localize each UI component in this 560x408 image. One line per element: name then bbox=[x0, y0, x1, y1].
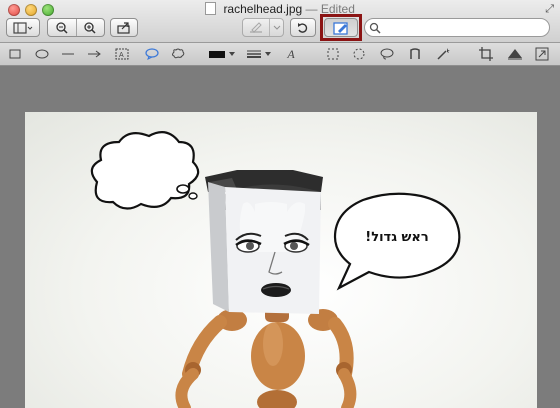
share-icon bbox=[117, 21, 130, 34]
window-filename: rachelhead.jpg bbox=[223, 2, 303, 16]
line-style-menu[interactable] bbox=[246, 46, 272, 62]
text-box-icon: A bbox=[115, 48, 129, 60]
sidebar-view-icon bbox=[13, 21, 33, 34]
oval-icon bbox=[35, 49, 49, 59]
rect-select-tool[interactable] bbox=[326, 46, 340, 62]
text-box-tool[interactable]: A bbox=[114, 46, 130, 62]
oval-tool[interactable] bbox=[34, 46, 50, 62]
instant-alpha-tool[interactable] bbox=[436, 46, 450, 62]
border-color-menu[interactable] bbox=[207, 46, 237, 62]
text-tool[interactable]: A bbox=[284, 46, 298, 62]
svg-text:A: A bbox=[119, 52, 124, 59]
title-bar: rachelhead.jpg — Edited ⤢ bbox=[0, 0, 560, 43]
crop-icon bbox=[479, 47, 493, 61]
zoom-in-button[interactable] bbox=[77, 19, 105, 36]
arrow-tool[interactable] bbox=[86, 46, 102, 62]
rotate-icon bbox=[298, 22, 308, 33]
rotate-button[interactable] bbox=[290, 18, 316, 37]
line-icon bbox=[62, 53, 74, 55]
text-tool-icon: A bbox=[287, 46, 295, 61]
speech-bubble-icon bbox=[145, 48, 159, 60]
thought-bubble-tool[interactable] bbox=[170, 46, 186, 62]
annotate-button[interactable] bbox=[243, 19, 270, 36]
search-input[interactable] bbox=[381, 20, 545, 35]
zoom-control bbox=[47, 18, 105, 37]
zoom-out-button[interactable] bbox=[48, 19, 77, 36]
arrow-icon bbox=[88, 50, 101, 58]
search-icon bbox=[369, 22, 381, 34]
ellipse-select-tool[interactable] bbox=[352, 46, 366, 62]
edit-toolbar: A A bbox=[0, 43, 560, 108]
lasso-select-tool[interactable] bbox=[380, 46, 394, 62]
annotate-menu-button[interactable] bbox=[270, 19, 283, 36]
smart-lasso-tool[interactable] bbox=[408, 46, 422, 62]
chevron-down-icon bbox=[273, 25, 280, 30]
smart-lasso-icon bbox=[410, 48, 420, 59]
window-title: rachelhead.jpg — Edited bbox=[0, 2, 560, 16]
adjust-size-tool[interactable] bbox=[534, 46, 550, 62]
search-field[interactable] bbox=[364, 18, 550, 37]
fullscreen-icon[interactable]: ⤢ bbox=[545, 3, 554, 16]
speech-bubble-annotation: ראש גדול! bbox=[333, 192, 461, 291]
adjust-color-icon bbox=[508, 49, 522, 60]
lasso-icon bbox=[380, 48, 394, 60]
pen-icon bbox=[250, 21, 262, 33]
photo-image[interactable]: ראש גדול! bbox=[25, 112, 537, 408]
zoom-out-icon bbox=[56, 21, 68, 34]
photo-content: ראש גדול! bbox=[90, 131, 461, 408]
document-canvas: ראש גדול! bbox=[0, 66, 560, 408]
rectangle-tool[interactable] bbox=[8, 46, 22, 62]
wooden-mannequin bbox=[175, 308, 357, 408]
window-separator: — bbox=[305, 2, 318, 16]
share-button[interactable] bbox=[110, 18, 138, 37]
thought-bubble-icon bbox=[172, 48, 185, 59]
adjust-size-icon bbox=[535, 47, 549, 61]
rect-select-icon bbox=[327, 48, 339, 60]
zoom-in-icon bbox=[84, 21, 96, 34]
thought-bubble-annotation bbox=[90, 131, 200, 210]
color-swatch-icon bbox=[209, 51, 235, 58]
document-icon bbox=[205, 2, 217, 15]
view-menu-button[interactable] bbox=[6, 18, 40, 37]
adjust-color-tool[interactable] bbox=[506, 46, 524, 62]
ellipse-select-icon bbox=[353, 48, 365, 60]
paper-head bbox=[205, 170, 323, 314]
line-style-icon bbox=[247, 50, 271, 58]
speech-bubble-tool[interactable] bbox=[144, 46, 160, 62]
rectangle-icon bbox=[9, 49, 21, 59]
speech-bubble-text: ראש גדול! bbox=[365, 230, 428, 245]
line-tool[interactable] bbox=[60, 46, 76, 62]
annotate-control bbox=[242, 18, 284, 37]
magic-wand-icon bbox=[437, 48, 450, 60]
crop-tool[interactable] bbox=[478, 46, 494, 62]
highlight-box-edit-toolbar bbox=[320, 14, 362, 41]
